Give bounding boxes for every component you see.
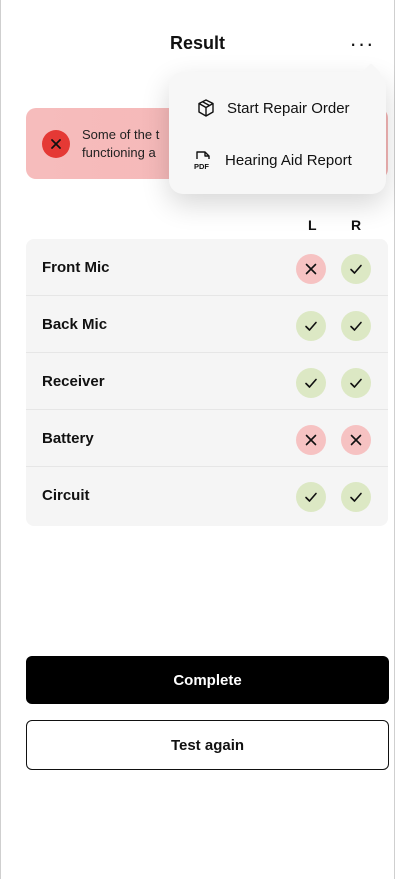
close-icon	[350, 434, 362, 446]
status-right	[341, 311, 371, 341]
component-label: Back Mic	[42, 315, 108, 333]
component-label: Circuit	[42, 487, 90, 504]
status-left	[296, 482, 326, 512]
menu-item-label: Start Repair Order	[227, 99, 350, 117]
table-row: Circuit	[26, 467, 388, 524]
table-row: Receiver	[26, 353, 388, 410]
column-header-left: L	[308, 217, 317, 233]
more-options-menu: Start Repair Order PDF Hearing Aid Repor…	[169, 72, 386, 194]
results-table: Front Mic Back Mic Receiver Battery Circ…	[26, 239, 388, 526]
status-left	[296, 425, 326, 455]
check-icon	[350, 264, 362, 274]
component-label: Front Mic	[42, 258, 110, 276]
status-left	[296, 368, 326, 398]
more-options-button[interactable]: ···	[344, 30, 380, 58]
status-right	[341, 368, 371, 398]
table-row: Battery	[26, 410, 388, 467]
check-icon	[350, 378, 362, 388]
status-right	[341, 425, 371, 455]
table-row: Back Mic	[26, 296, 388, 353]
menu-item-label: Hearing Aid Report	[225, 151, 352, 169]
menu-item-start-repair-order[interactable]: Start Repair Order	[169, 80, 386, 136]
close-icon	[305, 263, 317, 275]
check-icon	[305, 378, 317, 388]
test-again-button[interactable]: Test again	[26, 720, 389, 770]
check-icon	[350, 492, 362, 502]
component-label: Receiver	[42, 372, 105, 390]
close-icon	[305, 434, 317, 446]
table-row: Front Mic	[26, 239, 388, 296]
package-icon	[195, 97, 217, 119]
close-icon	[42, 130, 70, 158]
status-left	[296, 311, 326, 341]
complete-button[interactable]: Complete	[26, 656, 389, 704]
check-icon	[305, 321, 317, 331]
pdf-icon: PDF	[193, 149, 215, 171]
status-right	[341, 482, 371, 512]
component-label: Battery	[42, 429, 94, 447]
page-title: Result	[169, 33, 225, 53]
check-icon	[305, 492, 317, 502]
svg-text:PDF: PDF	[194, 162, 209, 171]
column-header-right: R	[351, 217, 362, 233]
check-icon	[350, 321, 362, 331]
status-left	[296, 254, 326, 284]
status-right	[341, 254, 371, 284]
menu-item-hearing-aid-report[interactable]: PDF Hearing Aid Report	[169, 132, 386, 188]
